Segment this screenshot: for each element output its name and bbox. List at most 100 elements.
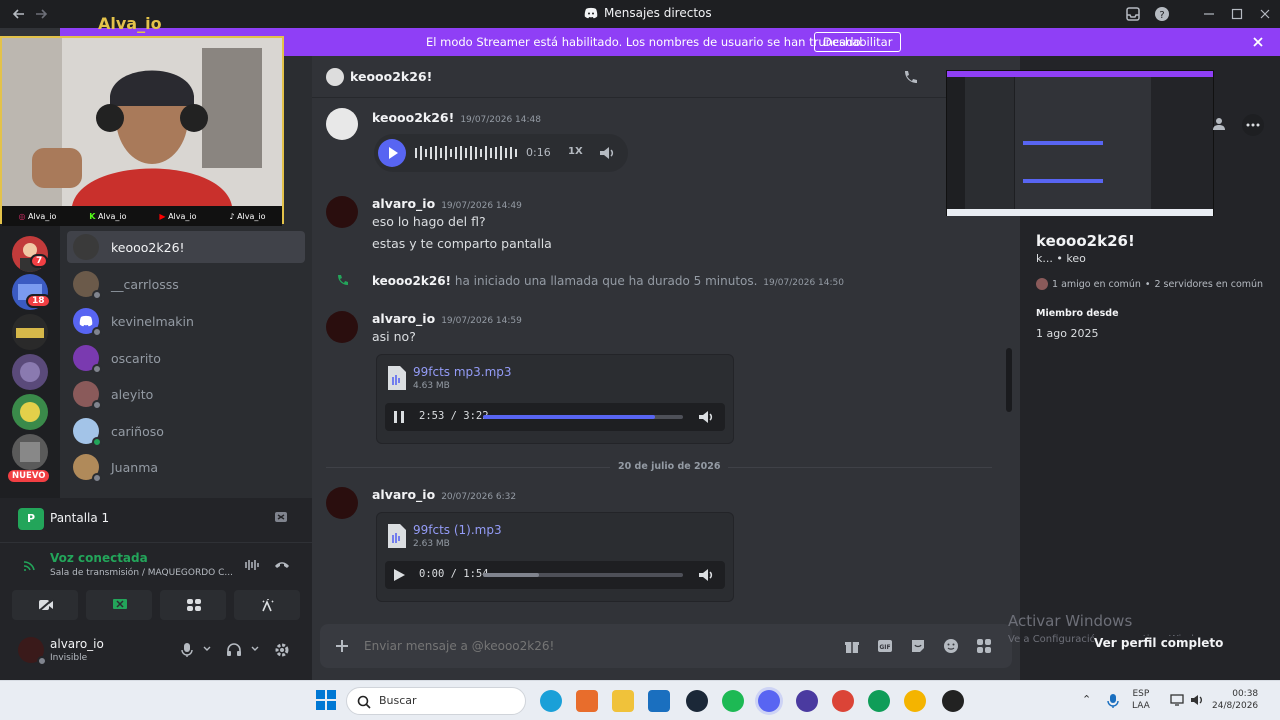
voice-status: Voz conectada	[50, 551, 148, 565]
pause-button[interactable]	[391, 409, 407, 425]
chat-header: keooo2k26!	[312, 56, 1020, 98]
playback-speed[interactable]: 1X	[568, 146, 583, 157]
message-author[interactable]: keooo2k26! 19/07/2026 14:48	[372, 110, 541, 125]
microphone-tray-icon[interactable]	[1106, 693, 1120, 709]
disconnect-icon[interactable]	[274, 558, 290, 572]
voice-channel[interactable]: Sala de transmisión / MAQUEGORDO C...	[50, 568, 233, 578]
scrollbar[interactable]	[1006, 348, 1012, 412]
language-indicator[interactable]: ESP LAA	[1132, 688, 1150, 712]
file-name-link[interactable]: 99fcts mp3.mp3	[413, 365, 512, 379]
overlay-channel-name: Alva_io	[98, 14, 162, 33]
obs-icon[interactable]	[942, 690, 964, 712]
noise-suppression-icon[interactable]	[244, 558, 260, 572]
discord-taskbar-icon[interactable]	[758, 690, 780, 712]
mutuals[interactable]: 1 amigo en común • 2 servidores en común	[1036, 278, 1263, 290]
dm-item[interactable]: cariñoso	[67, 415, 305, 447]
back-arrow-icon[interactable]	[10, 5, 28, 23]
spotify-icon[interactable]	[722, 690, 744, 712]
message-author[interactable]: alvaro_io 19/07/2026 14:59	[372, 311, 522, 326]
gif-icon[interactable]: GIF	[877, 638, 893, 654]
webcam-overlay: ◎ Alva_io K Alva_io ▶ Alva_io ♪ Alva_io	[0, 36, 284, 226]
share-screen-button[interactable]	[86, 590, 152, 620]
file-explorer-icon[interactable]	[612, 690, 634, 712]
close-icon[interactable]	[1250, 34, 1266, 50]
soundboard-button[interactable]	[234, 590, 300, 620]
screen-preview[interactable]	[946, 70, 1214, 216]
chrome-icon[interactable]	[904, 690, 926, 712]
network-icon[interactable]	[1170, 693, 1186, 707]
dm-item[interactable]: keooo2k26!	[67, 231, 305, 263]
taskbar-search[interactable]: Buscar	[346, 687, 526, 715]
edge-icon[interactable]	[540, 690, 562, 712]
steam-icon[interactable]	[686, 690, 708, 712]
user-name[interactable]: alvaro_io	[50, 637, 104, 651]
chevron-up-icon[interactable]: ⌃	[1082, 693, 1091, 706]
gift-icon[interactable]	[844, 638, 860, 654]
more-options-icon[interactable]	[1242, 114, 1264, 136]
app-icon[interactable]	[796, 690, 818, 712]
emoji-icon[interactable]	[943, 638, 959, 654]
avatar[interactable]	[326, 108, 358, 140]
window-title: Mensajes directos	[584, 6, 712, 20]
close-window-icon[interactable]	[1256, 5, 1274, 23]
message-author[interactable]: alvaro_io 20/07/2026 6:32	[372, 487, 516, 502]
message-input[interactable]	[364, 634, 824, 658]
progress-bar[interactable]	[483, 415, 683, 419]
inbox-icon[interactable]	[1124, 5, 1142, 23]
minimize-icon[interactable]	[1200, 5, 1218, 23]
progress-bar[interactable]	[483, 573, 683, 577]
microphone-icon[interactable]	[180, 642, 194, 658]
chrome-icon[interactable]	[868, 690, 890, 712]
volume-tray-icon[interactable]	[1190, 693, 1206, 707]
server-icon[interactable]	[12, 394, 48, 430]
forward-arrow-icon[interactable]	[32, 5, 50, 23]
play-button[interactable]	[391, 567, 407, 583]
windows-start-icon[interactable]	[316, 690, 336, 710]
close-preview-icon[interactable]	[274, 510, 288, 524]
server-icon[interactable]	[12, 434, 48, 470]
progress-fill	[483, 573, 539, 577]
server-icon[interactable]	[12, 314, 48, 350]
disable-streamer-button[interactable]: Deshabilitar	[814, 32, 902, 52]
activities-button[interactable]	[160, 590, 226, 620]
user-status: Invisible	[50, 653, 88, 663]
dm-item[interactable]: aleyito	[67, 378, 305, 410]
server-icon[interactable]	[12, 354, 48, 390]
chevron-down-icon[interactable]	[250, 644, 260, 654]
view-full-profile-link[interactable]: Ver perfil completo	[1094, 636, 1224, 650]
gear-icon[interactable]	[274, 642, 290, 658]
headphones-icon[interactable]	[226, 642, 242, 658]
voice-call-icon[interactable]	[902, 69, 918, 85]
clock[interactable]: 00:38 24/8/2026	[1212, 688, 1258, 712]
apps-icon[interactable]	[976, 638, 992, 654]
store-icon[interactable]	[648, 690, 670, 712]
dm-item[interactable]: __carrlosss	[67, 268, 305, 300]
screen-icon: P	[18, 508, 44, 530]
volume-icon[interactable]	[598, 144, 616, 162]
avatar[interactable]	[326, 196, 358, 228]
message-author[interactable]: alvaro_io 19/07/2026 14:49	[372, 196, 522, 211]
avatar[interactable]	[326, 487, 358, 519]
add-attachment-icon[interactable]	[334, 638, 350, 654]
avatar[interactable]	[18, 637, 47, 666]
volume-icon[interactable]	[697, 408, 715, 426]
chrome-icon[interactable]	[832, 690, 854, 712]
play-button[interactable]	[378, 139, 406, 167]
copilot-icon[interactable]	[576, 690, 598, 712]
chevron-down-icon[interactable]	[202, 644, 212, 654]
add-friend-icon[interactable]	[1212, 116, 1228, 132]
dm-item[interactable]: oscarito	[67, 342, 305, 374]
dm-item[interactable]: Juanma	[67, 451, 305, 483]
maximize-icon[interactable]	[1228, 5, 1246, 23]
avatar[interactable]	[326, 311, 358, 343]
search-label: Buscar	[379, 694, 417, 707]
camera-button[interactable]	[12, 590, 78, 620]
sticker-icon[interactable]	[910, 638, 926, 654]
file-name-link[interactable]: 99fcts (1).mp3	[413, 523, 502, 537]
youtube-icon: ▶ Alva_io	[159, 211, 197, 221]
waveform-icon	[415, 146, 517, 160]
volume-icon[interactable]	[697, 566, 715, 584]
help-icon[interactable]: ?	[1153, 5, 1171, 23]
dm-item[interactable]: kevinelmakin	[67, 305, 305, 337]
kick-icon: K Alva_io	[89, 211, 127, 221]
